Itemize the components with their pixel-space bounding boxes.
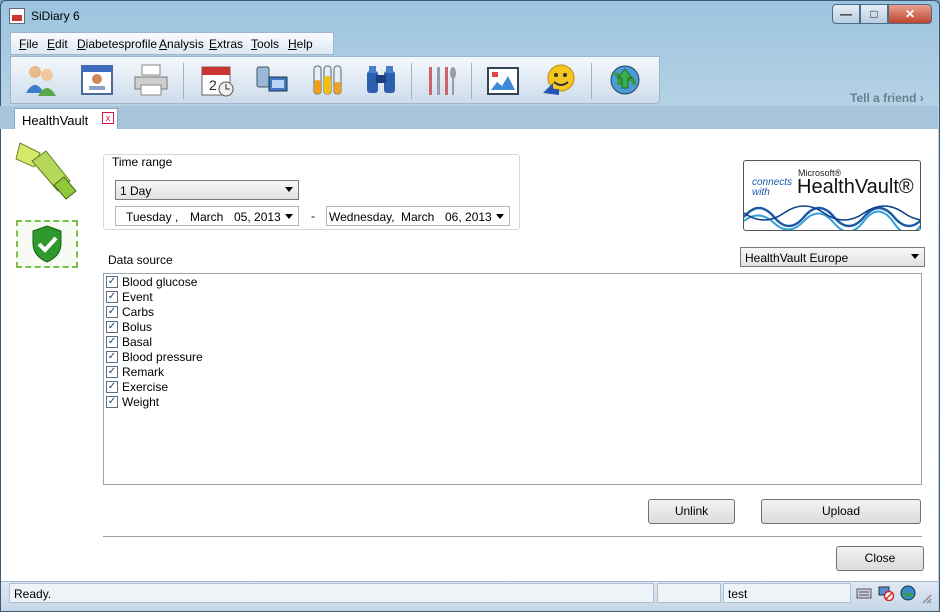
to-day-year: 06, 2013 (445, 210, 492, 224)
list-item-label: Weight (122, 395, 160, 409)
date-range-dash: - (311, 209, 315, 223)
test-tubes-icon[interactable] (309, 63, 345, 97)
divider (103, 536, 922, 537)
list-item-label: Basal (122, 335, 153, 349)
people-icon[interactable] (23, 63, 59, 97)
status-panel-user: test (723, 583, 851, 603)
period-value: 1 Day (120, 184, 152, 198)
disconnected-icon[interactable] (878, 585, 894, 601)
menu-diabetesprofile[interactable]: Diabetesprofile (77, 37, 157, 51)
checkbox-checked[interactable]: ✓ (106, 381, 118, 393)
id-card-icon[interactable] (79, 63, 115, 97)
menu-file[interactable]: File (19, 37, 38, 51)
chevron-down-icon (496, 214, 504, 219)
toolbar-separator (183, 63, 184, 99)
globe-icon[interactable] (900, 585, 916, 601)
chevron-down-icon (285, 214, 293, 219)
from-day-year: 05, 2013 (234, 210, 281, 224)
chevron-down-icon (285, 187, 293, 192)
tab-label: HealthVault (22, 113, 89, 128)
to-weekday: Wednesday, (329, 210, 395, 224)
tab-close-icon[interactable]: x (102, 112, 114, 124)
checkbox-checked[interactable]: ✓ (106, 351, 118, 363)
checkbox-checked[interactable]: ✓ (106, 336, 118, 348)
logo-healthvault: HealthVault® (797, 176, 914, 198)
list-item-label: Exercise (122, 380, 169, 394)
from-month: March (190, 210, 224, 224)
tab-strip (0, 106, 938, 129)
tell-a-friend-link[interactable]: Tell a friend › (850, 91, 924, 105)
resize-grip-icon[interactable] (920, 592, 932, 604)
toolbar-separator (591, 63, 592, 99)
checkbox-checked[interactable]: ✓ (106, 276, 118, 288)
server-value: HealthVault Europe (745, 251, 849, 265)
chart-picture-icon[interactable] (485, 63, 521, 97)
menu-analysis[interactable]: Analysis (159, 37, 204, 51)
menu-extras[interactable]: Extras (209, 37, 243, 51)
checkbox-checked[interactable]: ✓ (106, 396, 118, 408)
to-date-picker[interactable]: Wednesday, March 06, 2013 (326, 206, 510, 226)
printer-icon[interactable] (133, 63, 169, 97)
data-source-label: Data source (108, 253, 173, 267)
time-range-legend: Time range (110, 155, 175, 169)
keyboard-icon[interactable] (856, 585, 872, 601)
plug-connector-icon[interactable] (14, 139, 80, 205)
app-icon[interactable] (9, 8, 25, 24)
checkbox-checked[interactable]: ✓ (106, 321, 118, 333)
unlink-button[interactable]: Unlink (648, 499, 735, 524)
list-item-label: Carbs (122, 305, 155, 319)
menu-help[interactable]: Help (288, 37, 313, 51)
list-item-label: Remark (122, 365, 165, 379)
tab-healthvault[interactable]: HealthVault x (14, 108, 118, 130)
cutlery-icon[interactable] (423, 63, 459, 97)
minimize-button[interactable]: — (832, 4, 860, 24)
maximize-button[interactable]: □ (860, 4, 888, 24)
logo-wave-graphic (744, 205, 920, 230)
binoculars-icon[interactable] (363, 63, 399, 97)
devices-icon[interactable] (253, 63, 289, 97)
menu-tools[interactable]: Tools (251, 37, 279, 51)
svg-text:2: 2 (209, 77, 217, 93)
list-item-label: Blood pressure (122, 350, 203, 364)
upload-button[interactable]: Upload (761, 499, 921, 524)
status-text: Ready. (14, 587, 52, 601)
toolbar-separator (411, 63, 412, 99)
menu-edit[interactable]: Edit (47, 37, 68, 51)
checkbox-checked[interactable]: ✓ (106, 366, 118, 378)
status-panel-main: Ready. (9, 583, 654, 603)
globe-upload-icon[interactable] (607, 63, 643, 97)
from-weekday: Tuesday (126, 210, 172, 224)
list-item-label: Bolus (122, 320, 153, 334)
chevron-down-icon (911, 254, 919, 259)
window-close-button[interactable]: ✕ (888, 4, 932, 24)
status-panel-empty (657, 583, 721, 603)
data-source-list[interactable] (103, 273, 922, 485)
period-select[interactable]: 1 Day (115, 180, 299, 200)
checkbox-checked[interactable]: ✓ (106, 306, 118, 318)
from-date-picker[interactable]: Tuesday , March 05, 2013 (115, 206, 299, 226)
server-select[interactable]: HealthVault Europe (740, 247, 925, 267)
status-user: test (728, 587, 748, 601)
toolbar: 2 (10, 56, 660, 104)
calendar-icon[interactable]: 2 (199, 63, 235, 97)
healthvault-logo: connects with Microsoft® HealthVault® (743, 160, 921, 231)
logo-connects: connects with (752, 177, 793, 198)
from-separator: , (175, 210, 179, 224)
connected-status-box[interactable] (16, 220, 78, 268)
title-bar[interactable]: SiDiary 6 — □ ✕ (1, 1, 939, 31)
checkbox-checked[interactable]: ✓ (106, 291, 118, 303)
window-title: SiDiary 6 (31, 9, 80, 23)
menu-bar: File Edit Diabetesprofile Analysis Extra… (10, 32, 334, 55)
toolbar-separator (471, 63, 472, 99)
close-button[interactable]: Close (836, 546, 924, 571)
to-month: March (401, 210, 435, 224)
shield-check-icon (32, 225, 62, 263)
smiley-icon[interactable] (541, 63, 577, 97)
list-item-label: Blood glucose (122, 275, 198, 289)
list-item-label: Event (122, 290, 153, 304)
